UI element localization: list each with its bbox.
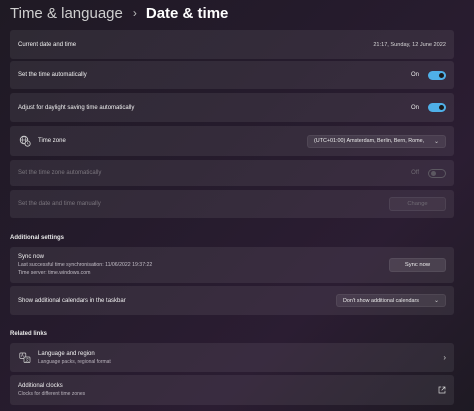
time-zone-dropdown[interactable]: (UTC+01:00) Amsterdam, Berlin, Bern, Rom… — [307, 134, 446, 148]
dst-toggle[interactable] — [428, 103, 446, 112]
sync-server: Time server: time.windows.com — [18, 270, 91, 276]
current-date-label: Current date and time — [18, 41, 77, 48]
calendars-value: Don't show additional calendars — [343, 297, 419, 304]
calendars-label: Show additional calendars in the taskbar — [18, 297, 126, 304]
current-date-row: Current date and time 21:17, Sunday, 12 … — [10, 30, 454, 59]
auto-time-row: Set the time automatically On — [10, 61, 454, 89]
time-zone-label: Time zone — [38, 138, 66, 144]
auto-zone-toggle[interactable] — [428, 168, 446, 178]
time-zone-value: (UTC+01:00) Amsterdam, Berlin, Bern, Rom… — [314, 138, 425, 144]
sync-last: Last successful time synchronisation: 11… — [18, 262, 153, 268]
breadcrumb-parent[interactable]: Time & language — [10, 5, 123, 22]
language-region-sub: Language packs, regional format — [38, 358, 111, 365]
globe-clock-icon — [18, 134, 32, 148]
breadcrumb: Time & language › Date & time — [10, 3, 228, 23]
additional-settings-heading: Additional settings — [10, 235, 64, 241]
svg-text:文: 文 — [25, 356, 29, 362]
current-date-value: 21:17, Sunday, 12 June 2022 — [373, 41, 446, 48]
language-region-title: Language and region — [38, 350, 95, 357]
language-region-link[interactable]: A 文 Language and region Language packs, … — [10, 343, 454, 372]
language-icon: A 文 — [18, 351, 32, 365]
manual-time-label: Set the date and time manually — [18, 201, 101, 207]
auto-zone-label: Set the time zone automatically — [18, 170, 102, 176]
dst-state: On — [410, 104, 419, 111]
sync-now-button[interactable]: Sync now — [389, 258, 446, 272]
manual-time-row: Set the date and time manually Change — [10, 190, 454, 218]
sync-row: Sync now Last successful time synchronis… — [10, 247, 454, 283]
auto-time-toggle[interactable] — [428, 70, 446, 80]
additional-clocks-sub: Clocks for different time zones — [18, 391, 86, 397]
change-button[interactable]: Change — [389, 197, 446, 211]
additional-clocks-link[interactable]: Additional clocks Clocks for different t… — [10, 375, 454, 405]
chevron-right-icon: › — [443, 353, 446, 362]
sync-title: Sync now — [18, 254, 45, 260]
page-title: Date & time — [145, 4, 229, 22]
auto-time-label: Set the time automatically — [18, 72, 87, 78]
auto-zone-state: Off — [411, 170, 419, 176]
dst-label: Adjust for daylight saving time automati… — [18, 104, 135, 111]
external-link-icon — [438, 381, 446, 399]
dst-row: Adjust for daylight saving time automati… — [10, 93, 454, 122]
chevron-down-icon: ⌄ — [433, 138, 439, 145]
related-links-heading: Related links — [10, 331, 48, 337]
breadcrumb-separator: › — [132, 6, 137, 20]
time-zone-row: Time zone (UTC+01:00) Amsterdam, Berlin,… — [10, 126, 454, 156]
auto-time-state: On — [410, 72, 419, 78]
additional-clocks-title: Additional clocks — [18, 383, 63, 389]
calendars-dropdown[interactable]: Don't show additional calendars ⌄ — [336, 294, 446, 307]
svg-text:A: A — [21, 353, 24, 358]
chevron-down-icon: ⌄ — [433, 298, 439, 304]
calendars-row: Show additional calendars in the taskbar… — [10, 286, 454, 315]
auto-zone-row: Set the time zone automatically Off — [10, 160, 454, 186]
